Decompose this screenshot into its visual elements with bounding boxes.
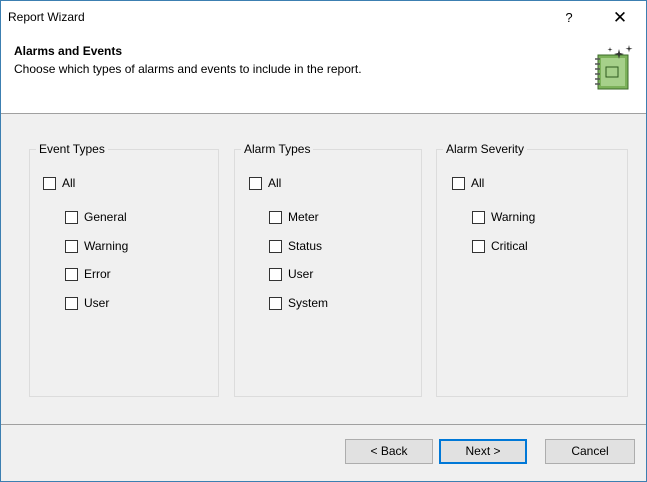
alarm-severity-all-checkbox[interactable]: All: [452, 175, 484, 191]
checkbox-box[interactable]: [472, 210, 485, 224]
event-type-error-checkbox[interactable]: Error: [65, 266, 111, 282]
close-button[interactable]: ✕: [600, 5, 640, 31]
alarm-severity-warning-checkbox[interactable]: Warning: [472, 209, 535, 225]
checkbox-label: System: [288, 296, 329, 310]
back-button[interactable]: < Back: [345, 439, 433, 464]
window-title: Report Wizard: [8, 10, 85, 24]
event-types-group: Event Types All General Warning Error Us…: [29, 142, 219, 397]
alarm-types-all-checkbox[interactable]: All: [249, 175, 281, 191]
checkbox-label: Error: [84, 267, 111, 281]
page-title: Alarms and Events: [14, 44, 123, 58]
wizard-notebook-icon: [595, 45, 633, 90]
page-subtitle: Choose which types of alarms and events …: [14, 62, 362, 76]
footer-separator: [1, 424, 646, 425]
alarm-severity-group: Alarm Severity All Warning Critical: [436, 142, 628, 397]
checkbox-box[interactable]: [269, 296, 282, 310]
alarm-type-meter-checkbox[interactable]: Meter: [269, 209, 319, 225]
event-type-warning-checkbox[interactable]: Warning: [65, 238, 128, 254]
alarm-types-group: Alarm Types All Meter Status User System: [234, 142, 422, 397]
checkbox-box[interactable]: [65, 239, 78, 253]
checkbox-box[interactable]: [65, 267, 78, 281]
cancel-button[interactable]: Cancel: [545, 439, 635, 464]
checkbox-label: Status: [288, 239, 323, 253]
checkbox-box[interactable]: [472, 239, 485, 253]
checkbox-label: User: [288, 267, 314, 281]
event-types-all-checkbox[interactable]: All: [43, 175, 75, 191]
checkbox-label: Meter: [288, 210, 319, 224]
checkbox-label: General: [84, 210, 127, 224]
checkbox-box[interactable]: [65, 210, 78, 224]
group-label: Event Types: [36, 142, 108, 156]
checkbox-box[interactable]: [269, 267, 282, 281]
checkbox-box[interactable]: [43, 176, 56, 190]
checkbox-label: All: [62, 176, 76, 190]
checkbox-box[interactable]: [269, 210, 282, 224]
event-type-general-checkbox[interactable]: General: [65, 209, 127, 225]
checkbox-box[interactable]: [249, 176, 262, 190]
checkbox-box[interactable]: [65, 296, 78, 310]
alarm-type-system-checkbox[interactable]: System: [269, 295, 328, 311]
checkbox-label: Warning: [84, 239, 129, 253]
checkbox-label: All: [471, 176, 485, 190]
group-label: Alarm Severity: [443, 142, 528, 156]
next-button[interactable]: Next >: [439, 439, 527, 464]
checkbox-box[interactable]: [452, 176, 465, 190]
title-bar: Report Wizard ? ✕: [1, 1, 646, 34]
wizard-header: Alarms and Events Choose which types of …: [1, 34, 646, 114]
checkbox-label: Critical: [491, 239, 528, 253]
alarm-severity-critical-checkbox[interactable]: Critical: [472, 238, 528, 254]
alarm-type-user-checkbox[interactable]: User: [269, 266, 313, 282]
help-button[interactable]: ?: [553, 5, 585, 31]
checkbox-label: User: [84, 296, 110, 310]
alarm-type-status-checkbox[interactable]: Status: [269, 238, 322, 254]
report-wizard-window: Report Wizard ? ✕ Alarms and Events Choo…: [0, 0, 647, 482]
group-label: Alarm Types: [241, 142, 314, 156]
checkbox-label: Warning: [491, 210, 536, 224]
checkbox-box[interactable]: [269, 239, 282, 253]
checkbox-label: All: [268, 176, 282, 190]
event-type-user-checkbox[interactable]: User: [65, 295, 109, 311]
